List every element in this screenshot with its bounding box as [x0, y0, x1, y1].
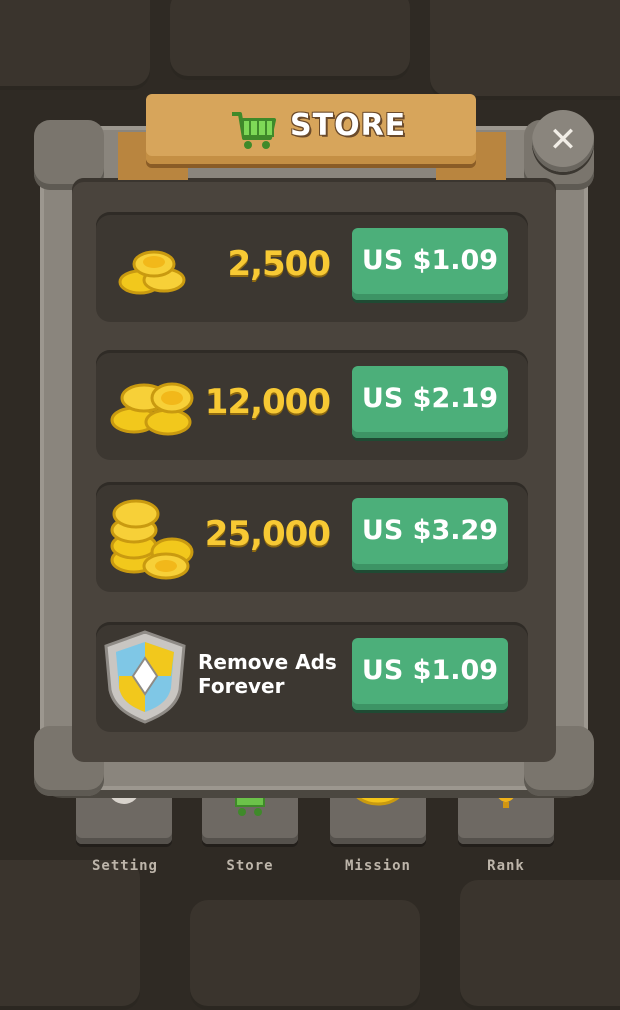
buy-button[interactable]: US $1.09	[352, 228, 508, 300]
store-title: STORE	[290, 108, 407, 143]
large-coin-stack-icon	[106, 490, 198, 588]
background-stone	[190, 900, 420, 1010]
background-stone	[430, 0, 620, 100]
store-item-row: 25,000 US $3.29	[96, 482, 528, 592]
remove-ads-buy-button[interactable]: US $1.09	[352, 638, 508, 710]
store-item-row: 12,000 US $2.19	[96, 350, 528, 460]
small-coin-stack-icon	[114, 234, 188, 304]
remove-ads-label: Remove Ads Forever	[198, 650, 337, 698]
nav-rank-label: Rank	[487, 858, 525, 874]
cart-icon	[230, 108, 278, 156]
nav-store-label: Store	[226, 858, 274, 874]
remove-ads-line2: Forever	[198, 674, 285, 698]
coin-amount: 2,500	[227, 244, 331, 284]
background-stone	[460, 880, 620, 1010]
buy-button[interactable]: US $2.19	[352, 366, 508, 438]
coin-amount: 25,000	[204, 514, 331, 554]
store-item-row: Remove Ads Forever US $1.09	[96, 622, 528, 732]
bottom-nav: Setting Store Mission Rank	[70, 780, 560, 890]
coin-amount: 12,000	[204, 382, 331, 422]
shield-icon	[100, 628, 190, 728]
remove-ads-line1: Remove Ads	[198, 650, 337, 674]
background-stone	[170, 0, 410, 80]
store-item-row: 2,500 US $1.09	[96, 212, 528, 322]
close-icon: ✕	[548, 120, 578, 160]
buy-button[interactable]: US $3.29	[352, 498, 508, 570]
background-stone	[0, 0, 150, 90]
close-button[interactable]: ✕	[532, 110, 594, 172]
nav-setting-label: Setting	[91, 858, 158, 874]
medium-coin-stack-icon	[106, 368, 196, 448]
nav-mission-label: Mission	[344, 858, 411, 874]
